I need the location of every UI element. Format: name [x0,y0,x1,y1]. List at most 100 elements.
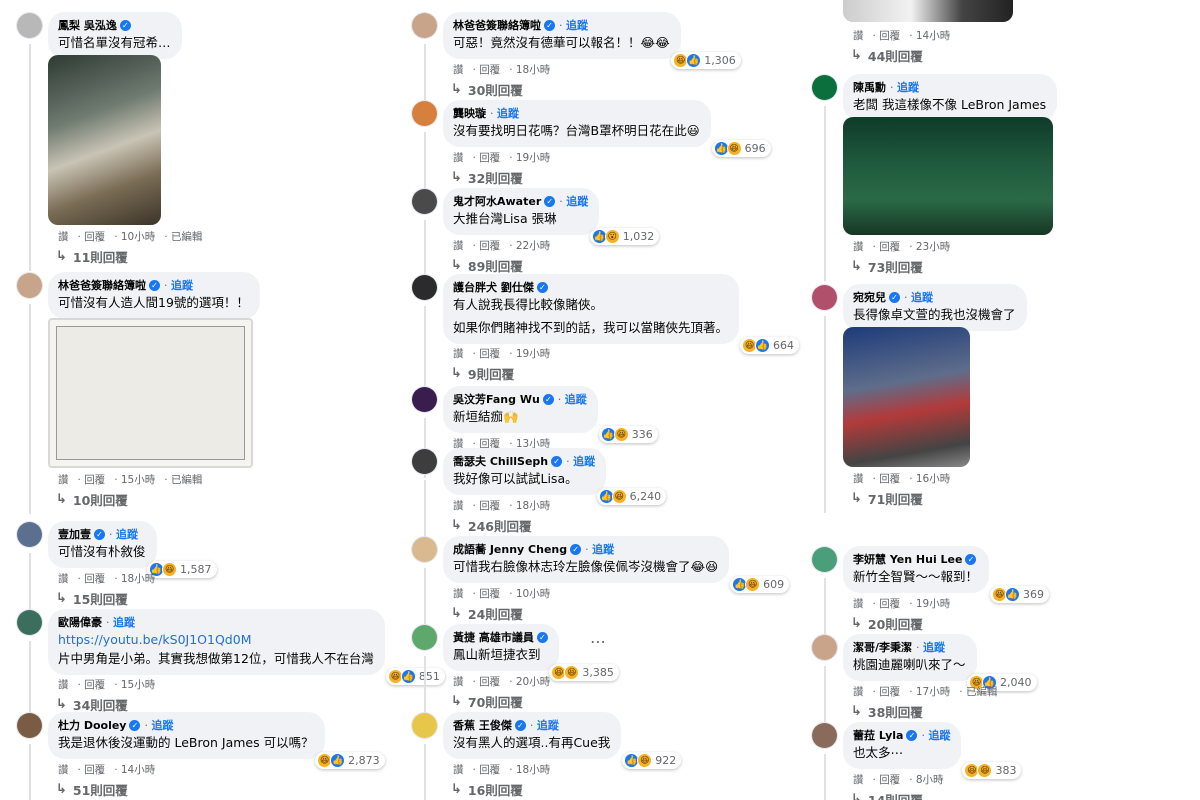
reply-action[interactable]: 回覆 [873,239,900,254]
reaction-summary[interactable]: 👍 😮 1,032 [589,228,660,245]
comment-timestamp[interactable]: 8小時 [909,772,944,787]
comment-timestamp[interactable]: 18小時 [509,498,550,513]
view-replies-button[interactable]: ↳ 10則回覆 [56,490,128,509]
follow-button[interactable]: 追蹤 [904,290,933,305]
comment-timestamp[interactable]: 14小時 [909,28,950,43]
follow-button[interactable]: 追蹤 [566,454,595,469]
comment-timestamp[interactable]: 19小時 [509,150,550,165]
reply-action[interactable]: 回覆 [473,674,500,689]
like-action[interactable]: 讚 [853,28,864,43]
view-replies-button[interactable]: ↳ 30則回覆 [451,80,523,99]
avatar[interactable] [411,536,438,563]
view-replies-button[interactable]: ↳ 38則回覆 [851,702,923,721]
like-action[interactable]: 讚 [853,596,864,611]
avatar[interactable] [811,546,838,573]
view-replies-button[interactable]: ↳ 14則回覆 [851,790,923,800]
reply-action[interactable]: 回覆 [873,596,900,611]
comment-author[interactable]: 潔哥/李秉潔 [853,640,912,655]
comment-timestamp[interactable]: 15小時 [114,677,155,692]
view-replies-button[interactable]: ↳ 73則回覆 [851,257,923,276]
view-replies-button[interactable]: ↳ 16則回覆 [451,780,523,799]
view-replies-button[interactable]: ↳ 246則回覆 [451,516,532,535]
reaction-summary[interactable]: 😆 😆 3,385 [549,664,619,681]
comment-link[interactable]: https://youtu.be/kS0J1O1Qd0M [58,631,374,649]
avatar[interactable] [411,448,438,475]
reaction-summary[interactable]: 👍 😆 336 [598,426,658,443]
avatar[interactable] [411,712,438,739]
comment-timestamp[interactable]: 10小時 [509,586,550,601]
reply-action[interactable]: 回覆 [473,498,500,513]
comment-timestamp[interactable]: 18小時 [114,571,155,586]
comment-timestamp[interactable]: 19小時 [909,596,950,611]
comment-author[interactable]: 黃捷 高雄市議員 [453,630,534,645]
comment-author[interactable]: 宛宛兒 [853,290,886,305]
reaction-summary[interactable]: 👍 😆 609 [730,576,790,593]
follow-button[interactable]: 追蹤 [106,615,135,630]
follow-button[interactable]: 追蹤 [585,542,614,557]
view-replies-button[interactable]: ↳ 70則回覆 [451,692,523,711]
like-action[interactable]: 讚 [58,571,69,586]
like-action[interactable]: 讚 [853,772,864,787]
comment-author[interactable]: 林爸爸簽聯絡簿啦 [58,278,146,293]
avatar[interactable] [411,624,438,651]
comment-author[interactable]: 杜力 Dooley [58,718,126,733]
reaction-summary[interactable]: 😆 👍 664 [740,337,800,354]
comment-image[interactable] [843,117,1053,235]
reply-action[interactable]: 回覆 [473,762,500,777]
follow-button[interactable]: 追蹤 [921,728,950,743]
follow-button[interactable]: 追蹤 [559,194,588,209]
reply-action[interactable]: 回覆 [873,471,900,486]
comment-timestamp[interactable]: 16小時 [909,471,950,486]
like-action[interactable]: 讚 [453,674,464,689]
comment-author[interactable]: 陳禹勳 [853,80,886,95]
avatar[interactable] [411,12,438,39]
like-action[interactable]: 讚 [853,471,864,486]
view-replies-button[interactable]: ↳ 24則回覆 [451,604,523,623]
comment-author[interactable]: 蕾菈 Lyla [853,728,903,743]
comment-author[interactable]: 香蕉 王俊傑 [453,718,512,733]
view-replies-button[interactable]: ↳ 89則回覆 [451,256,523,275]
comment-author[interactable]: 歐陽偉豪 [58,615,102,630]
avatar[interactable] [811,74,838,101]
comment-author[interactable]: 喬瑟夫 ChillSeph [453,454,548,469]
avatar[interactable] [411,100,438,127]
view-replies-button[interactable]: ↳ 51則回覆 [56,780,128,799]
view-replies-button[interactable]: ↳ 44則回覆 [851,46,923,65]
like-action[interactable]: 讚 [453,586,464,601]
reply-action[interactable]: 回覆 [873,684,900,699]
like-action[interactable]: 讚 [453,150,464,165]
reply-action[interactable]: 回覆 [78,677,105,692]
comment-author[interactable]: 鳳梨 吳泓逸 [58,18,117,33]
follow-button[interactable]: 追蹤 [164,278,193,293]
reply-action[interactable]: 回覆 [473,346,500,361]
reaction-summary[interactable]: 😆 👍 369 [990,586,1050,603]
comment-author[interactable]: 李妍慧 Yen Hui Lee [853,552,962,567]
like-action[interactable]: 讚 [453,62,464,77]
reaction-summary[interactable]: 👍 😆 1,587 [147,561,217,578]
avatar[interactable] [16,521,43,548]
comment-author[interactable]: 龔映璇 [453,106,486,121]
reply-action[interactable]: 回覆 [473,150,500,165]
avatar[interactable] [811,284,838,311]
comment-timestamp[interactable]: 18小時 [509,762,550,777]
avatar[interactable] [411,386,438,413]
like-action[interactable]: 讚 [453,238,464,253]
comment-timestamp[interactable]: 14小時 [114,762,155,777]
avatar[interactable] [16,272,43,299]
reply-action[interactable]: 回覆 [78,571,105,586]
comment-timestamp[interactable]: 15小時 [114,472,155,487]
reaction-summary[interactable]: 😆 👍 1,306 [671,52,741,69]
view-replies-button[interactable]: ↳ 32則回覆 [451,168,523,187]
comment-timestamp[interactable]: 19小時 [509,346,550,361]
like-action[interactable]: 讚 [58,472,69,487]
reaction-summary[interactable]: 😆 👍 2,873 [315,752,385,769]
more-options-icon[interactable]: ⋯ [590,632,607,651]
reply-action[interactable]: 回覆 [473,62,500,77]
like-action[interactable]: 讚 [853,684,864,699]
follow-button[interactable]: 追蹤 [490,106,519,121]
follow-button[interactable]: 追蹤 [559,18,588,33]
reply-action[interactable]: 回覆 [78,472,105,487]
view-replies-button[interactable]: ↳ 20則回覆 [851,614,923,633]
comment-timestamp[interactable]: 23小時 [909,239,950,254]
view-replies-button[interactable]: ↳ 9則回覆 [451,364,514,383]
